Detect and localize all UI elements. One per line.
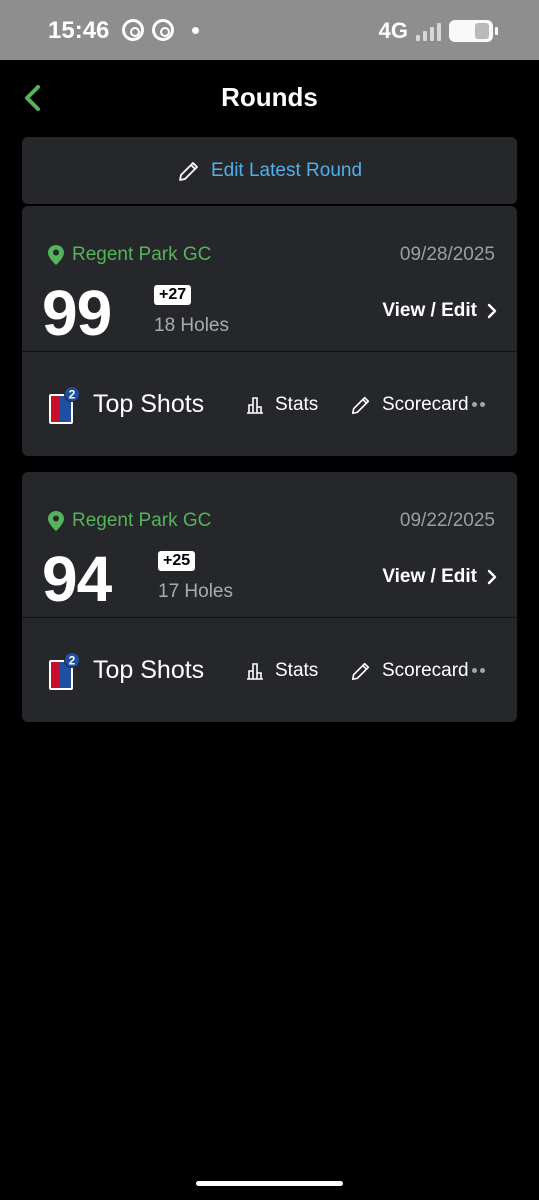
battery-icon	[449, 20, 498, 42]
round-score: 99	[42, 277, 112, 349]
pencil-icon	[179, 161, 198, 181]
top-shots-count: 2	[69, 388, 76, 402]
to-par-badge: +27	[154, 285, 192, 305]
threads-icon	[122, 19, 144, 41]
view-edit-label: View / Edit	[382, 566, 477, 587]
view-edit-button[interactable]: View / Edit	[382, 300, 497, 322]
more-options-icon[interactable]	[472, 402, 485, 407]
view-edit-label: View / Edit	[382, 300, 477, 321]
course-name: Regent Park GC	[72, 244, 212, 265]
round-actions: 2 Top Shots Stats Scorecard	[22, 618, 517, 722]
scorecard-label: Scorecard	[382, 660, 469, 681]
pga-tour-2-icon[interactable]: 2	[48, 652, 80, 692]
home-indicator[interactable]	[196, 1181, 343, 1186]
threads-icon	[152, 19, 174, 41]
round-card: Regent Park GC 09/28/2025 99 +27 18 Hole…	[22, 206, 517, 456]
stats-label: Stats	[275, 394, 319, 415]
to-par-badge: +25	[158, 551, 196, 571]
round-date: 09/22/2025	[399, 510, 495, 531]
scorecard-button[interactable]: Scorecard	[350, 660, 469, 682]
network-type: 4G	[378, 18, 408, 43]
round-score: 94	[42, 543, 112, 615]
notification-dot-icon	[192, 26, 199, 34]
course-location: Regent Park GC	[48, 510, 211, 532]
top-shots-button[interactable]: Top Shots	[93, 390, 204, 419]
bar-chart-icon	[247, 397, 263, 414]
bar-chart-icon	[247, 663, 263, 680]
pencil-icon	[351, 396, 370, 415]
round-card: Regent Park GC 09/22/2025 94 +25 17 Hole…	[22, 472, 517, 722]
top-shots-button[interactable]: Top Shots	[93, 656, 204, 685]
holes-played: 18 Holes	[154, 315, 229, 336]
edit-latest-round-label: Edit Latest Round	[210, 159, 363, 181]
notification-icons	[122, 19, 199, 41]
map-pin-icon	[48, 511, 64, 531]
status-bar: 15:46 4G	[0, 0, 539, 60]
course-name: Regent Park GC	[72, 510, 212, 531]
top-shots-count: 2	[69, 654, 76, 668]
edit-latest-round-button[interactable]: Edit Latest Round	[22, 137, 517, 204]
round-actions: 2 Top Shots Stats Scorecard	[22, 352, 517, 456]
map-pin-icon	[48, 245, 64, 265]
chevron-right-icon	[487, 303, 497, 319]
scorecard-label: Scorecard	[382, 394, 469, 415]
holes-played: 17 Holes	[158, 581, 233, 602]
course-location: Regent Park GC	[48, 244, 211, 266]
stats-button[interactable]: Stats	[245, 660, 318, 682]
page-title: Rounds	[221, 82, 318, 112]
pga-tour-2-icon[interactable]: 2	[48, 386, 80, 426]
scorecard-button[interactable]: Scorecard	[350, 394, 469, 416]
pencil-icon	[351, 662, 370, 681]
more-options-icon[interactable]	[472, 668, 485, 673]
view-edit-button[interactable]: View / Edit	[382, 566, 497, 588]
stats-label: Stats	[275, 660, 319, 681]
stats-button[interactable]: Stats	[245, 394, 318, 416]
status-time: 15:46	[48, 17, 110, 44]
status-right: 4G	[378, 18, 498, 44]
round-date: 09/28/2025	[399, 244, 495, 265]
header: Rounds	[0, 60, 539, 136]
chevron-right-icon	[487, 569, 497, 585]
signal-icon	[416, 21, 441, 41]
